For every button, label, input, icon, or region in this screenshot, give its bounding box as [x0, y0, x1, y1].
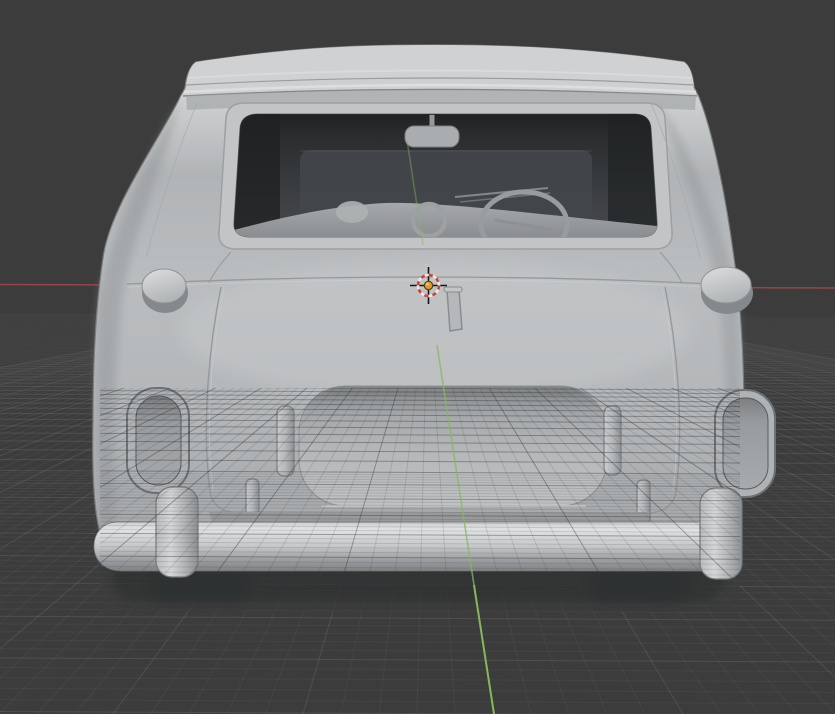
- object-origin-dot: [423, 280, 434, 291]
- viewport-3d[interactable]: [0, 0, 835, 714]
- 3d-cursor-icon: [410, 267, 447, 304]
- cursor-layer: [410, 267, 447, 304]
